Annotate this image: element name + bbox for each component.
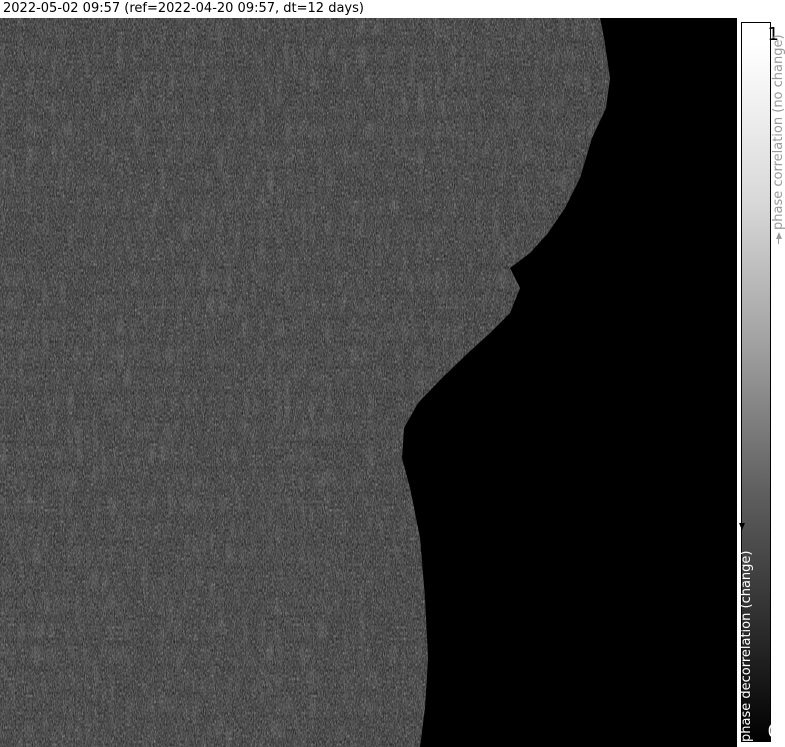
colorbar-top-label: phase correlation (no change) — [771, 34, 785, 230]
down-arrow-shaft — [741, 515, 742, 523]
up-arrow-icon — [776, 232, 782, 239]
image-title: 2022-05-02 09:57 (ref=2022-04-20 09:57, … — [0, 0, 785, 18]
down-arrow-icon — [739, 523, 745, 530]
coherence-image — [0, 18, 737, 747]
colorbar-bottom-label-wrap: phase decorrelation (change) — [739, 548, 754, 743]
colorbar-top-label-wrap: phase correlation (no change) — [771, 24, 785, 254]
colorbar-bottom-label: phase decorrelation (change) — [739, 550, 754, 742]
colorbar: 1 0 phase correlation (no change) phase … — [737, 18, 785, 747]
colorbar-min-label: 0 — [767, 721, 779, 742]
